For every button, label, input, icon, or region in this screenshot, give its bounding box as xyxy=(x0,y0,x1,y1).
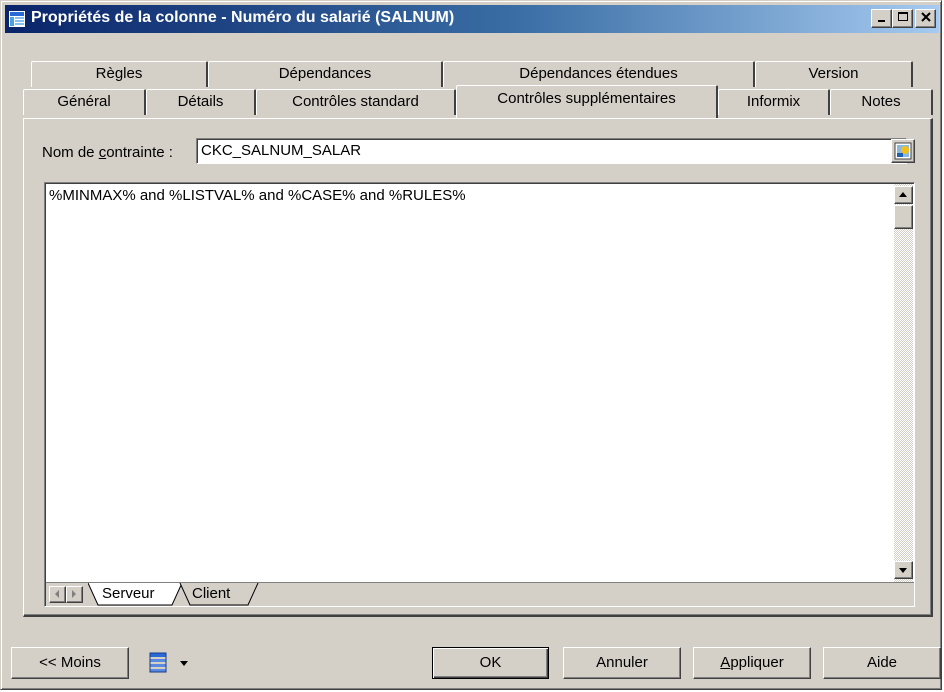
button-label: ppliquer xyxy=(730,654,784,671)
rules-editor[interactable]: %MINMAX% and %LISTVAL% and %CASE% and %R… xyxy=(44,182,915,607)
constraint-name-label: Nom de contrainte : xyxy=(42,144,173,161)
tab-right-icon xyxy=(72,590,76,598)
title-bar[interactable]: Propriétés de la colonne - Numéro du sal… xyxy=(5,5,939,33)
tab-notes[interactable]: Notes xyxy=(830,89,933,115)
ok-button[interactable]: OK xyxy=(432,647,549,679)
editor-text: %MINMAX% and %LISTVAL% and %CASE% and %R… xyxy=(49,187,466,204)
close-button[interactable] xyxy=(915,9,936,28)
tab-scroll-left-button[interactable] xyxy=(49,586,66,603)
window-title: Propriétés de la colonne - Numéro du sal… xyxy=(31,9,455,26)
label-text: Nom de xyxy=(42,144,99,161)
tab-scroll-right-button[interactable] xyxy=(66,586,83,603)
tab-details[interactable]: Détails xyxy=(146,89,256,115)
tab-label: Détails xyxy=(177,93,224,110)
tab-dependances-etendues[interactable]: Dépendances étendues xyxy=(443,61,755,87)
close-icon xyxy=(920,12,931,22)
tab-label: Contrôles standard xyxy=(292,93,419,110)
button-accel: A xyxy=(720,654,731,671)
maximize-button[interactable] xyxy=(892,9,913,28)
cancel-button[interactable]: Annuler xyxy=(563,647,681,679)
button-label: OK xyxy=(479,654,502,671)
scroll-up-button[interactable] xyxy=(894,186,913,204)
button-label: << Moins xyxy=(39,654,101,671)
scroll-up-icon xyxy=(899,192,907,197)
tab-label: Notes xyxy=(861,93,901,110)
properties-dialog: Propriétés de la colonne - Numéro du sal… xyxy=(0,0,942,690)
tab-left-icon xyxy=(55,590,59,598)
minimize-icon xyxy=(877,20,885,22)
minimize-button[interactable] xyxy=(871,9,892,28)
constraint-name-value: CKC_SALNUM_SALAR xyxy=(201,142,362,159)
constraint-name-input[interactable]: CKC_SALNUM_SALAR xyxy=(196,138,907,164)
properties-button[interactable] xyxy=(891,139,915,163)
tab-general[interactable]: Général xyxy=(23,89,146,115)
button-label: Aide xyxy=(866,654,898,671)
tab-panel: Nom de contrainte : CKC_SALNUM_SALAR %MI… xyxy=(23,118,933,617)
maximize-icon xyxy=(897,12,908,21)
less-button[interactable]: << Moins xyxy=(11,647,129,679)
tab-controles-supplementaires[interactable]: Contrôles supplémentaires xyxy=(456,85,718,118)
tab-label: Règles xyxy=(95,65,143,82)
menu-icon xyxy=(149,652,167,673)
help-button[interactable]: Aide xyxy=(823,647,941,679)
display-menu-button[interactable] xyxy=(147,649,195,677)
tab-label: Version xyxy=(808,65,859,82)
tab-label: Dépendances étendues xyxy=(519,65,678,82)
tab-version[interactable]: Version xyxy=(755,61,913,87)
tab-dependances[interactable]: Dépendances xyxy=(208,61,443,87)
tab-controles-standard[interactable]: Contrôles standard xyxy=(256,89,456,115)
tab-label: Contrôles supplémentaires xyxy=(497,90,676,107)
columns-icon xyxy=(9,11,25,27)
sheet-tab-serveur[interactable]: Serveur xyxy=(102,585,155,602)
button-label: Annuler xyxy=(596,654,648,671)
properties-icon xyxy=(894,142,912,160)
scroll-down-icon xyxy=(899,568,907,573)
label-text: ontrainte : xyxy=(106,144,173,161)
tab-label: Général xyxy=(57,93,111,110)
vertical-scrollbar[interactable] xyxy=(894,184,913,582)
tab-label: Dépendances xyxy=(278,65,372,82)
sheet-tab-strip: Serveur Client xyxy=(46,582,914,606)
scroll-thumb[interactable] xyxy=(894,205,913,229)
tab-label: Informix xyxy=(746,93,801,110)
scroll-down-button[interactable] xyxy=(894,561,913,579)
tab-regles[interactable]: Règles xyxy=(31,61,208,87)
sheet-tab-client[interactable]: Client xyxy=(192,585,230,602)
tab-informix[interactable]: Informix xyxy=(718,89,830,115)
apply-button[interactable]: Appliquer xyxy=(693,647,811,679)
dropdown-arrow-icon xyxy=(180,661,188,666)
